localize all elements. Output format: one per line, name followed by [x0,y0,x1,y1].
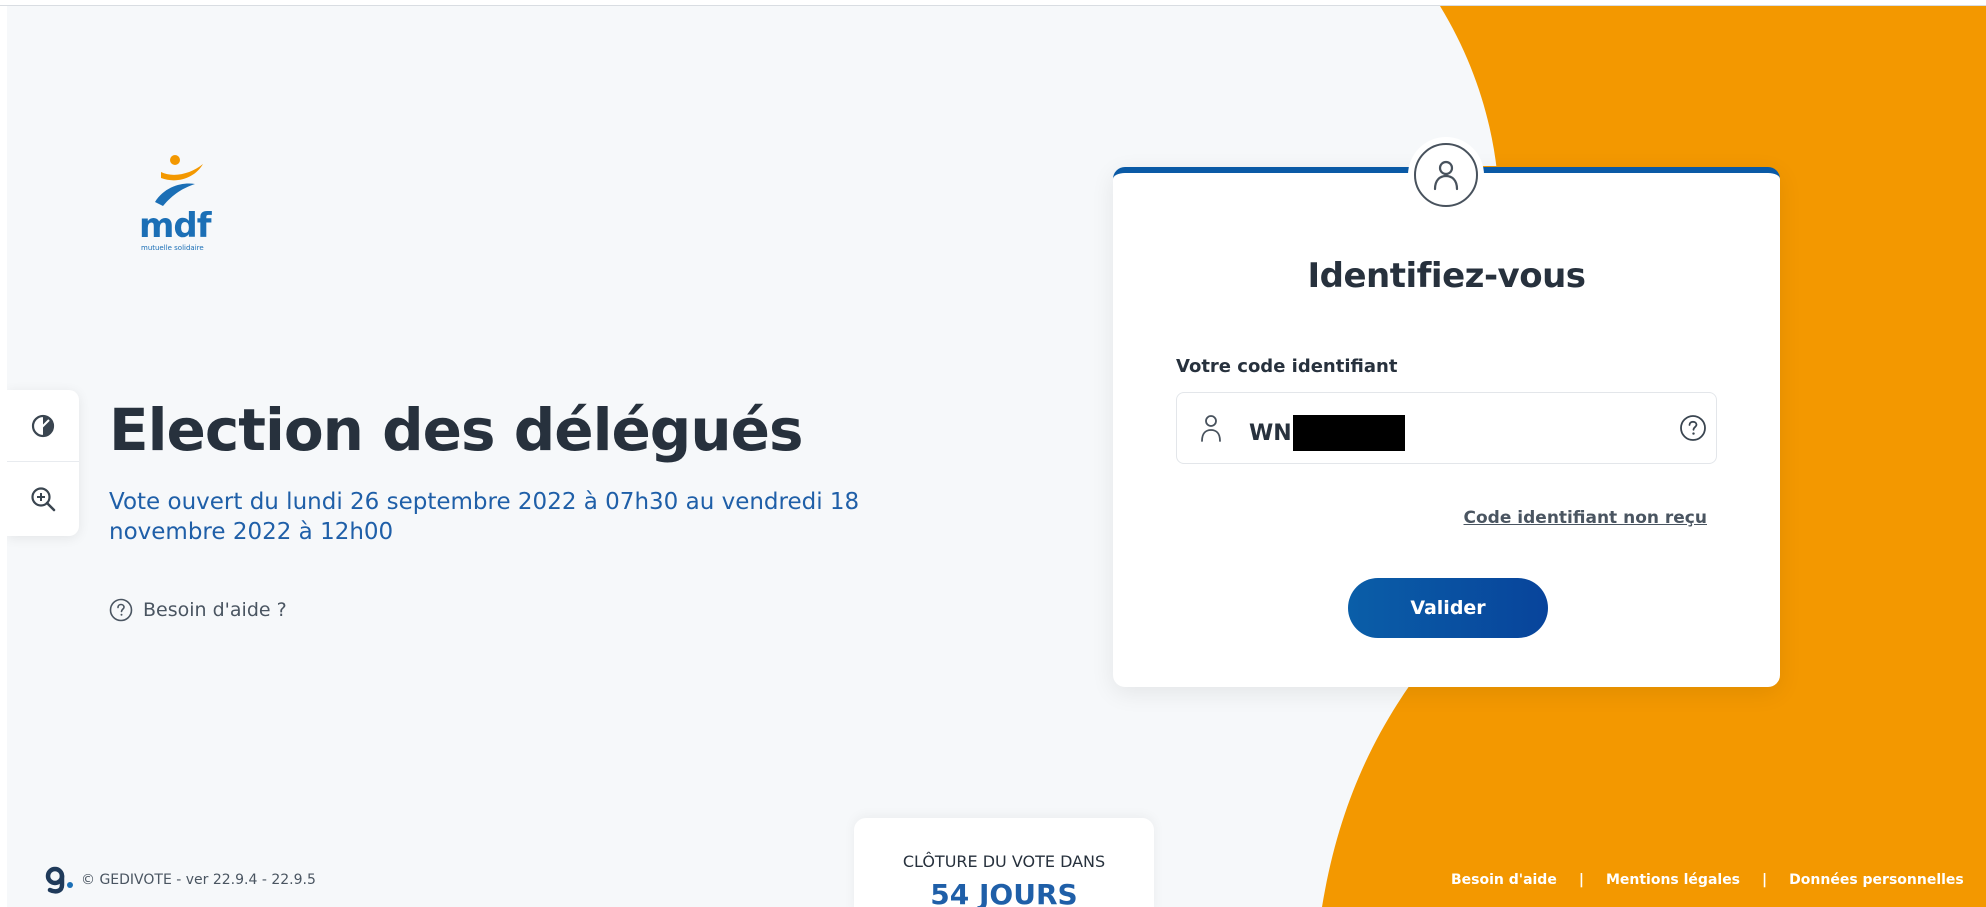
logo-wordmark: mdf [139,206,212,246]
footer-link-help[interactable]: Besoin d'aide [1451,872,1557,888]
login-title: Identifiez-vous [1307,256,1586,296]
footer-copyright: © GEDIVOTE - ver 22.9.4 - 22.9.5 [45,866,316,894]
mdf-logo: mdf mutuelle solidaire [133,152,213,262]
question-circle-icon [109,598,133,622]
countdown-value: 54 JOURS [930,878,1078,907]
page-title: Election des délégués [109,396,803,464]
help-link[interactable]: Besoin d'aide ? [109,598,287,622]
identifier-input[interactable]: WN [1176,392,1717,464]
user-icon [1433,160,1459,191]
vote-countdown: CLÔTURE DU VOTE DANS 54 JOURS [854,818,1154,907]
help-link-label: Besoin d'aide ? [143,599,287,621]
card-avatar [1408,137,1484,213]
zoom-in-icon [31,487,56,512]
validate-button[interactable]: Valider [1348,578,1548,638]
code-not-received-link[interactable]: Code identifiant non reçu [1464,508,1707,528]
identifier-value-text: WN [1249,420,1292,446]
zoom-button[interactable] [7,463,79,535]
logo-tagline: mutuelle solidaire [141,244,204,252]
accessibility-panel [7,390,79,536]
login-card: Identifiez-vous Votre code identifiant W… [1113,137,1780,687]
contrast-toggle-button[interactable] [7,390,79,462]
countdown-label: CLÔTURE DU VOTE DANS [902,852,1106,871]
page: mdf mutuelle solidaire Election des délé… [7,6,1986,907]
gedivote-logo-icon [45,866,73,894]
redaction-block [1292,415,1405,451]
user-icon [1201,415,1221,442]
copyright-text: © GEDIVOTE - ver 22.9.4 - 22.9.5 [81,872,316,888]
vote-period-text: Vote ouvert du lundi 26 septembre 2022 à… [109,489,860,545]
footer-separator: | [1578,872,1584,888]
question-circle-icon[interactable] [1679,414,1707,442]
identifier-field-label: Votre code identifiant [1176,356,1398,377]
footer-link-privacy[interactable]: Données personnelles [1789,872,1964,888]
identifier-value: WN [1249,415,1405,451]
footer-links: Besoin d'aide | Mentions légales | Donné… [1451,872,1964,888]
footer-link-legal[interactable]: Mentions légales [1606,872,1740,888]
footer-separator: | [1762,872,1768,888]
contrast-icon [31,414,55,437]
